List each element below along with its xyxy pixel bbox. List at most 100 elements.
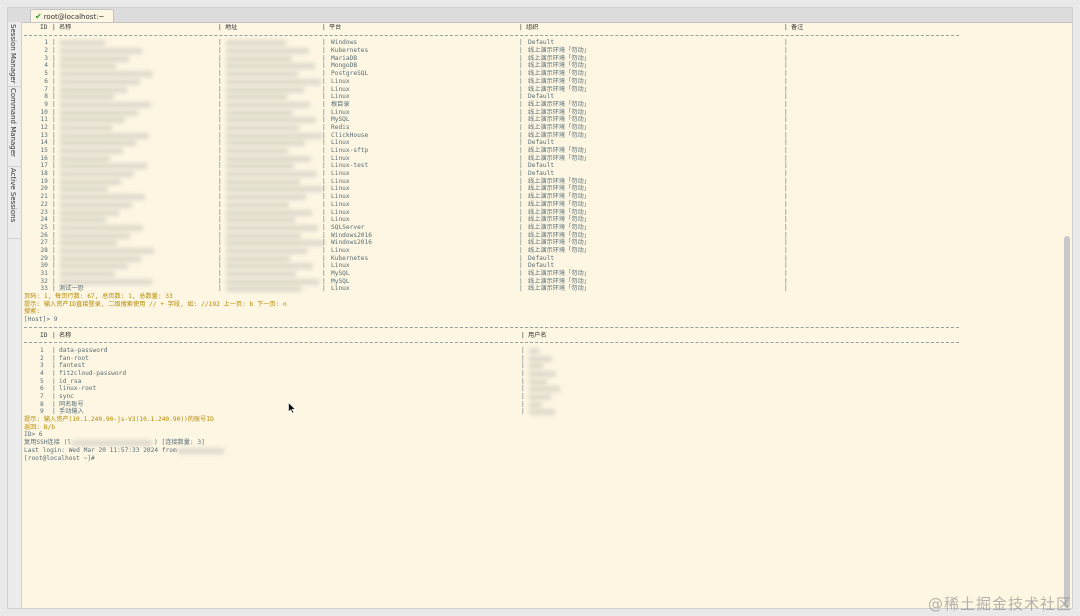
- redacted-name: [60, 201, 132, 208]
- row-org: 线上演示环境「勿动」: [528, 270, 590, 277]
- row-id: 2: [44, 47, 48, 55]
- table-row: 1 | data-password |: [24, 347, 1060, 355]
- terminal-window: ✔ root@localhost:~ Session Manager Comman…: [8, 8, 1072, 608]
- col-pipe: |: [784, 170, 788, 178]
- row-platform: Linux-test: [331, 162, 369, 170]
- sidebar-item-label: Command Manager: [9, 88, 17, 157]
- row-id: 21: [40, 193, 48, 201]
- col-pipe: |: [521, 346, 525, 354]
- row-name: linux-root: [59, 385, 97, 393]
- table-row: 24 | | | Linux | 线上演示环境「勿动」 |: [24, 216, 1060, 224]
- redacted-address: [226, 163, 294, 170]
- terminal-scrollbar[interactable]: [1064, 24, 1070, 608]
- row-platform: Linux: [331, 185, 350, 193]
- redacted-name: [60, 124, 112, 131]
- row-platform: Linux: [331, 154, 350, 162]
- row-platform: Linux: [331, 170, 350, 178]
- col-pipe: |: [52, 270, 56, 277]
- row-id: 14: [40, 139, 48, 147]
- col-pipe: |: [218, 254, 222, 262]
- row-id: 20: [40, 185, 48, 193]
- redacted-name: [60, 101, 151, 108]
- row-id: 3: [40, 362, 44, 370]
- redacted-address: [226, 278, 319, 285]
- last-login-text: Last login: Wed Mar 20 11:57:33 2024 fro…: [24, 446, 177, 454]
- redacted-name: [60, 232, 130, 239]
- col-pipe: |: [519, 139, 523, 147]
- redacted-name: [60, 194, 145, 201]
- col-name-header: 名称: [59, 24, 72, 31]
- col-pipe: |: [52, 62, 56, 70]
- sidebar-item-active-sessions[interactable]: Active Sessions: [8, 166, 21, 239]
- row-org: Default: [528, 139, 555, 147]
- col-pipe: |: [322, 246, 326, 254]
- col-pipe: |: [784, 93, 788, 101]
- account-table-header: ID | 名称 | 用户名: [24, 332, 1060, 340]
- col-pipe: |: [52, 362, 56, 370]
- col-pipe: |: [218, 154, 222, 162]
- col-pipe: |: [521, 354, 525, 362]
- redacted-address: [226, 94, 287, 101]
- col-pipe: |: [519, 193, 523, 201]
- col-pipe: |: [218, 208, 222, 216]
- col-pipe: |: [784, 139, 788, 147]
- col-pipe: |: [52, 77, 56, 85]
- redacted-address: [226, 78, 321, 85]
- col-pipe: |: [521, 377, 525, 385]
- col-pipe: |: [784, 85, 788, 93]
- check-icon: ✔: [35, 12, 42, 21]
- redacted-username: [529, 386, 560, 393]
- col-pipe: |: [52, 193, 56, 201]
- col-pipe: |: [322, 239, 326, 247]
- row-org: 线上演示环境「勿动」: [528, 223, 590, 231]
- col-pipe: |: [784, 47, 788, 55]
- col-pipe: |: [784, 223, 788, 231]
- account-table-separator: [24, 339, 1060, 347]
- col-pipe: |: [322, 200, 326, 208]
- row-platform: Linux: [331, 108, 350, 116]
- row-org: 线上演示环境「勿动」: [528, 85, 590, 93]
- col-pipe: |: [52, 54, 56, 62]
- redacted-name: [60, 117, 125, 124]
- row-id: 31: [40, 270, 48, 277]
- col-pipe: |: [784, 262, 788, 270]
- col-pipe: |: [52, 246, 56, 254]
- sidebar-item-command-manager[interactable]: Command Manager: [8, 86, 21, 167]
- row-org: 线上演示环境「勿动」: [528, 193, 590, 201]
- col-pipe: |: [521, 393, 525, 400]
- col-pipe: |: [218, 216, 222, 224]
- col-pipe: |: [784, 208, 788, 216]
- session-tab[interactable]: ✔ root@localhost:~: [30, 9, 114, 22]
- table-row: 8 | | | Linux | Default |: [24, 93, 1060, 101]
- col-pipe: |: [218, 77, 222, 85]
- col-pipe: |: [322, 123, 326, 131]
- redacted-address: [226, 71, 298, 78]
- shell-prompt-line[interactable]: [root@localhost ~]#: [24, 455, 1060, 463]
- col-pipe: |: [52, 239, 56, 247]
- redacted-address: [226, 209, 312, 216]
- col-pipe: |: [52, 177, 56, 185]
- col-pipe: |: [519, 123, 523, 131]
- row-org: 线上演示环境「勿动」: [528, 70, 590, 78]
- col-platform-header: 平台: [329, 24, 342, 31]
- asset-table-header: ID | 名称 | 地址 | 平台 | 组织 | 备注: [24, 24, 1060, 32]
- table-row: 17 | | | Linux-test | Default |: [24, 162, 1060, 170]
- col-pipe: |: [784, 177, 788, 185]
- sidebar-item-session-manager[interactable]: Session Manager: [8, 22, 21, 87]
- table-row: 9 | | | 根目录 | 线上演示环境「勿动」 |: [24, 101, 1060, 109]
- row-id: 12: [40, 123, 48, 131]
- col-pipe: |: [322, 154, 326, 162]
- row-org: 线上演示环境「勿动」: [528, 246, 590, 254]
- col-pipe: |: [218, 270, 222, 277]
- table-row: 21 | | | Linux | 线上演示环境「勿动」 |: [24, 193, 1060, 201]
- row-id: 3: [44, 54, 48, 62]
- col-pipe: |: [784, 154, 788, 162]
- col-pipe: |: [784, 108, 788, 116]
- row-id: 18: [40, 170, 48, 178]
- terminal-output[interactable]: ID | 名称 | 地址 | 平台 | 组织 | 备注 1 | | | Windows |…: [24, 24, 1060, 608]
- col-pipe: |: [519, 147, 523, 154]
- row-org: 线上演示环境「勿动」: [528, 116, 590, 124]
- table-row: 27 | | | Windows2016 | 线上演示环境「勿动」 |: [24, 239, 1060, 247]
- row-platform: Windows: [331, 39, 358, 47]
- scrollbar-thumb[interactable]: [1064, 236, 1070, 608]
